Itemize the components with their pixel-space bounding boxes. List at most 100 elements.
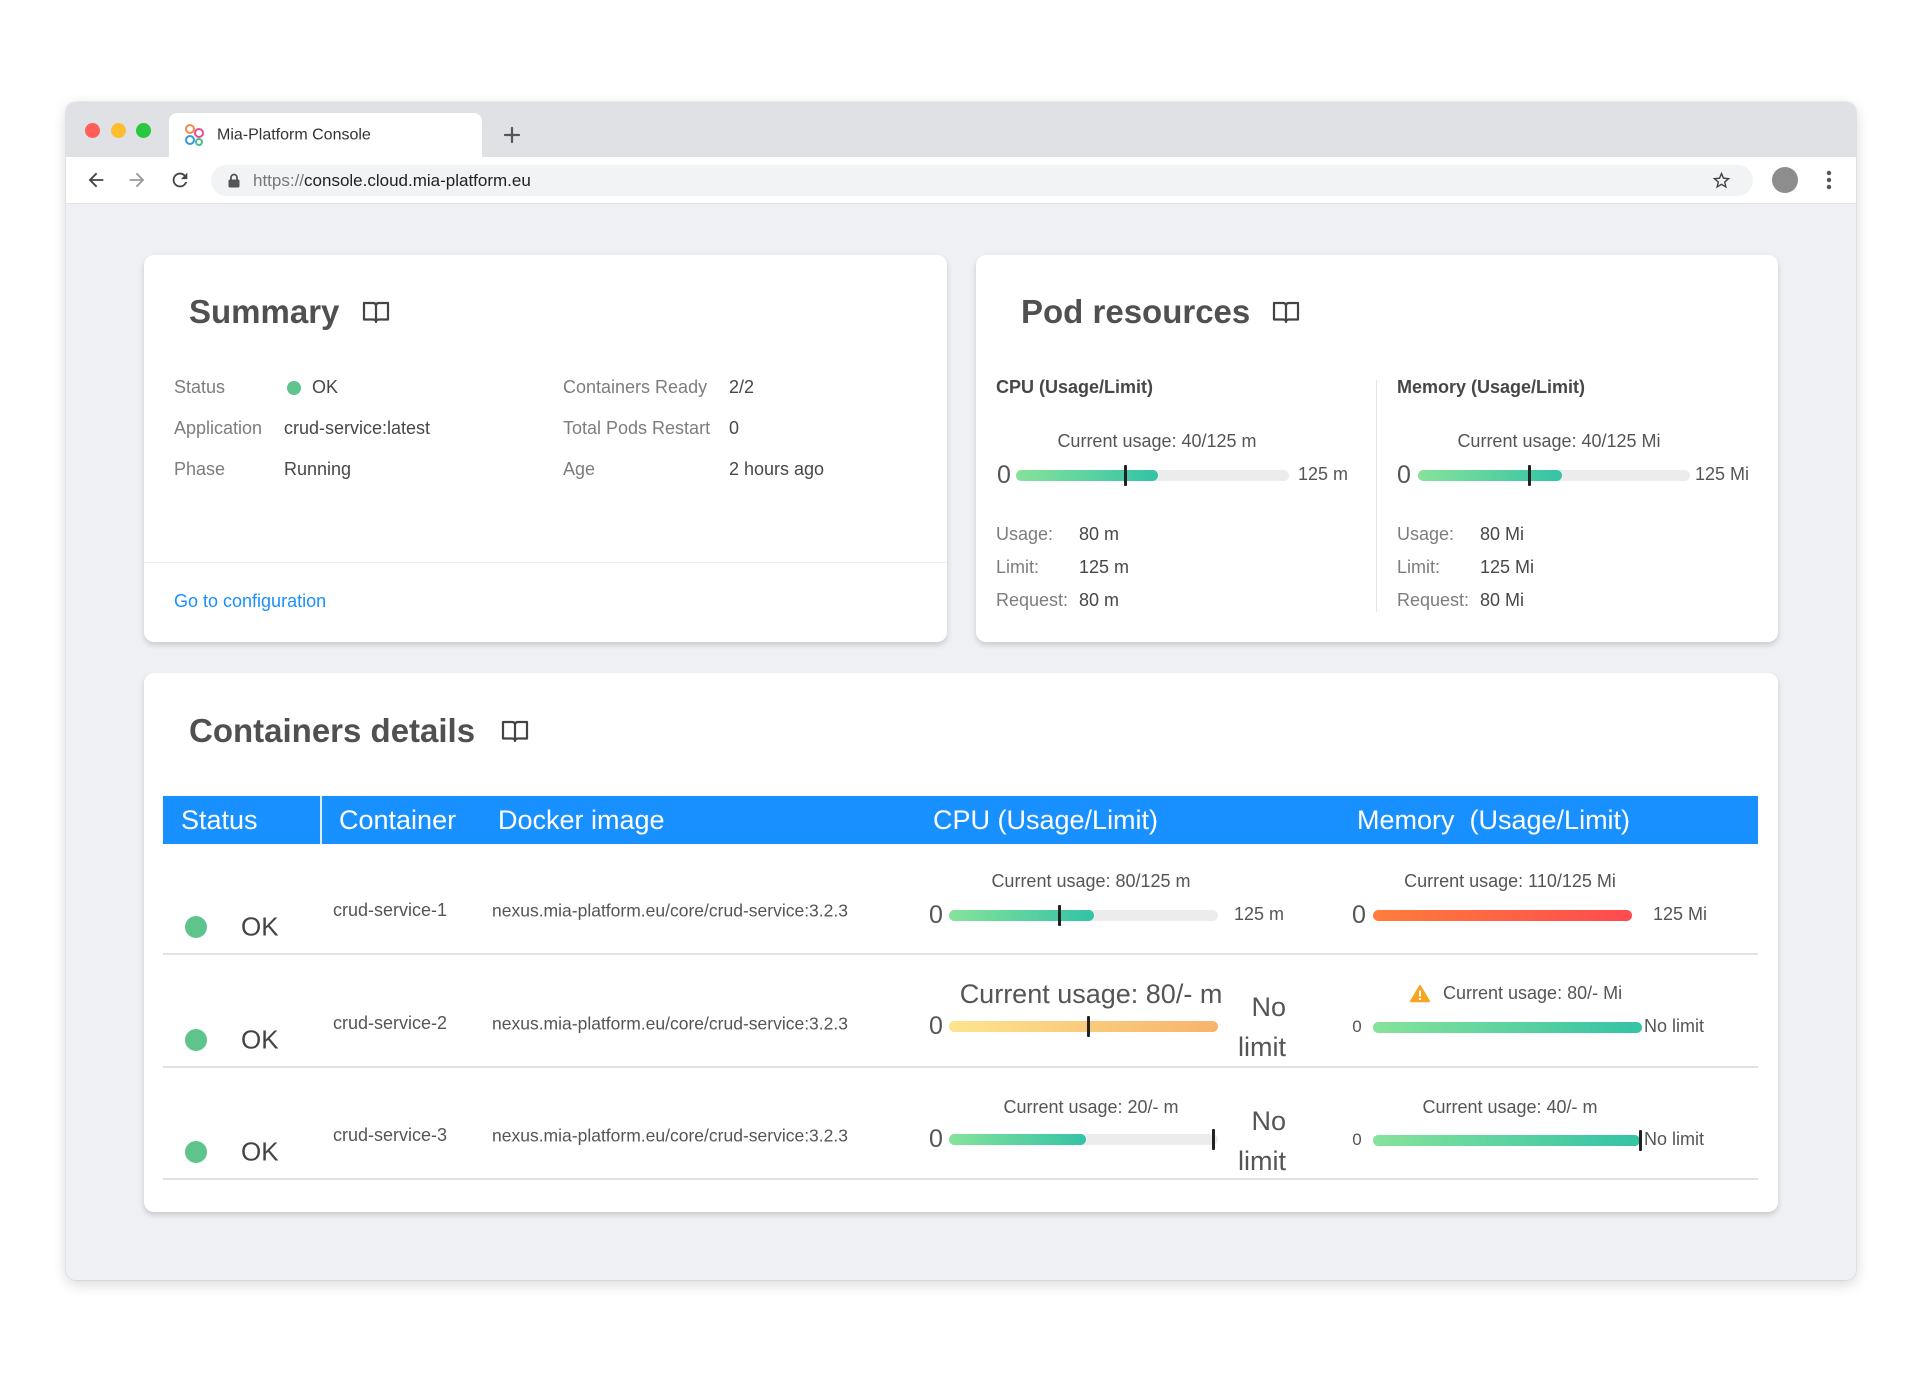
row-container-name: crud-service-3	[333, 1125, 448, 1146]
row-cpu-min-label: 0	[929, 1012, 943, 1040]
memory-limit-value: 125 Mi	[1480, 557, 1535, 578]
row-status: OK	[241, 1136, 279, 1167]
row-docker-image: nexus.mia-platform.eu/core/crud-service:…	[492, 1125, 848, 1146]
url-input[interactable]: https://console.cloud.mia-platform.eu	[211, 165, 1753, 196]
row-memory-min-label: 0	[1352, 901, 1366, 929]
row-cpu-marker	[1057, 905, 1061, 926]
avatar-icon[interactable]	[1772, 167, 1798, 193]
column-header-memory: Memory (Usage/Limit)	[1357, 804, 1631, 835]
cpu-usage-label: Usage:	[996, 524, 1054, 545]
close-window-button[interactable]	[85, 123, 100, 138]
status-label: Status	[174, 377, 226, 398]
memory-usage-bar-fill	[1418, 470, 1563, 481]
application-label: Application	[174, 418, 263, 439]
memory-request-label: Request:	[1397, 590, 1470, 611]
containers-details-card: Containers details Status Container Dock…	[144, 673, 1778, 1212]
total-pods-restart-label: Total Pods Restart	[563, 418, 711, 439]
reload-icon[interactable]	[169, 169, 191, 191]
summary-title: Summary	[189, 293, 340, 331]
memory-request-value: 80 Mi	[1480, 590, 1525, 611]
cpu-usage-bar-fill	[1016, 470, 1158, 481]
phase-value: Running	[284, 459, 352, 480]
table-row: OK crud-service-1 nexus.mia-platform.eu/…	[163, 845, 1758, 955]
book-icon[interactable]	[362, 300, 390, 324]
containers-ready-value: 2/2	[729, 377, 755, 398]
row-memory-min-label: 0	[1352, 1016, 1362, 1036]
cpu-min-label: 0	[997, 461, 1011, 489]
row-memory-bar-fill	[1373, 910, 1632, 921]
book-icon[interactable]	[501, 719, 529, 743]
cpu-heading: CPU (Usage/Limit)	[996, 377, 1154, 398]
row-cpu-current-usage: Current usage: 20/- m	[1003, 1097, 1179, 1118]
row-memory-bar	[1373, 1130, 1642, 1151]
cpu-limit-label: Limit:	[996, 557, 1040, 578]
row-memory-bar-fill	[1373, 1022, 1642, 1033]
status-ok-dot	[185, 1029, 207, 1051]
row-container-name: crud-service-1	[333, 900, 448, 921]
row-memory-min-label: 0	[1352, 1129, 1362, 1149]
application-value: crud-service:latest	[284, 418, 431, 439]
status-ok-dot	[185, 916, 207, 938]
memory-usage-label: Usage:	[1397, 524, 1455, 545]
kebab-menu-icon[interactable]	[1826, 169, 1832, 191]
row-cpu-bar	[949, 1016, 1218, 1037]
row-cpu-max-label: 125 m	[1234, 904, 1285, 925]
containers-details-title: Containers details	[189, 712, 476, 750]
tab-title: Mia-Platform Console	[217, 126, 371, 144]
table-row: OK crud-service-2 nexus.mia-platform.eu/…	[163, 955, 1758, 1068]
warning-icon	[1409, 984, 1431, 1003]
pod-resources-title: Pod resources	[1021, 293, 1251, 331]
cpu-usage-bar	[1016, 465, 1289, 486]
memory-current-usage: Current usage: 40/125 Mi	[1457, 431, 1661, 452]
memory-usage-bar	[1418, 465, 1690, 486]
status-ok-dot	[185, 1141, 207, 1163]
column-header-status: Status	[181, 804, 258, 835]
phase-label: Phase	[174, 459, 226, 480]
memory-usage-value: 80 Mi	[1480, 524, 1525, 545]
maximize-window-button[interactable]	[136, 123, 151, 138]
go-to-configuration-link[interactable]: Go to configuration	[174, 591, 326, 613]
browser-tab[interactable]: Mia-Platform Console	[169, 113, 482, 157]
address-bar-row: https://console.cloud.mia-platform.eu	[66, 157, 1856, 204]
row-cpu-bar-fill	[949, 1021, 1218, 1032]
cpu-limit-value: 125 m	[1079, 557, 1130, 578]
row-memory-current-usage: Current usage: 80/- Mi	[1443, 983, 1623, 1004]
row-cpu-current-usage: Current usage: 80/- m	[959, 978, 1223, 1009]
row-cpu-marker	[1212, 1129, 1216, 1150]
total-pods-restart-value: 0	[729, 418, 740, 439]
cpu-usage-value: 80 m	[1079, 524, 1120, 545]
row-cpu-bar-fill	[949, 910, 1095, 921]
arrow-right-icon[interactable]	[126, 169, 148, 191]
age-label: Age	[563, 459, 596, 480]
row-memory-current-usage: Current usage: 110/125 Mi	[1404, 871, 1616, 892]
url-host: console.cloud.mia-platform.eu	[304, 170, 531, 190]
column-header-container: Container	[339, 804, 457, 835]
cpu-current-usage: Current usage: 40/125 m	[1057, 431, 1257, 452]
book-icon[interactable]	[1272, 300, 1300, 324]
status-ok-dot	[287, 381, 301, 395]
row-cpu-min-label: 0	[929, 901, 943, 929]
summary-divider	[144, 562, 947, 563]
row-memory-marker	[1638, 1130, 1642, 1151]
mia-platform-logo-icon	[183, 123, 207, 147]
arrow-left-icon[interactable]	[85, 169, 107, 191]
row-memory-bar-fill	[1373, 1135, 1640, 1146]
memory-max-label: 125 Mi	[1695, 464, 1750, 485]
memory-heading: Memory (Usage/Limit)	[1397, 377, 1586, 398]
row-status: OK	[241, 911, 279, 942]
star-icon[interactable]	[1711, 170, 1732, 191]
row-cpu-bar	[949, 905, 1218, 926]
table-header: Status Container Docker image CPU (Usage…	[163, 796, 1758, 844]
cpu-request-marker	[1123, 465, 1127, 486]
resources-divider	[1376, 380, 1377, 612]
column-header-docker-image: Docker image	[498, 804, 665, 835]
minimize-window-button[interactable]	[111, 123, 126, 138]
plus-icon[interactable]	[503, 126, 521, 144]
memory-limit-label: Limit:	[1397, 557, 1441, 578]
row-cpu-max-label: No limit	[1238, 992, 1286, 1062]
age-value: 2 hours ago	[729, 459, 825, 480]
pod-resources-card: Pod resources CPU (Usage/Limit) Current …	[976, 255, 1778, 642]
cpu-request-value: 80 m	[1079, 590, 1120, 611]
row-cpu-bar-fill	[949, 1134, 1087, 1145]
memory-request-marker	[1528, 465, 1532, 486]
